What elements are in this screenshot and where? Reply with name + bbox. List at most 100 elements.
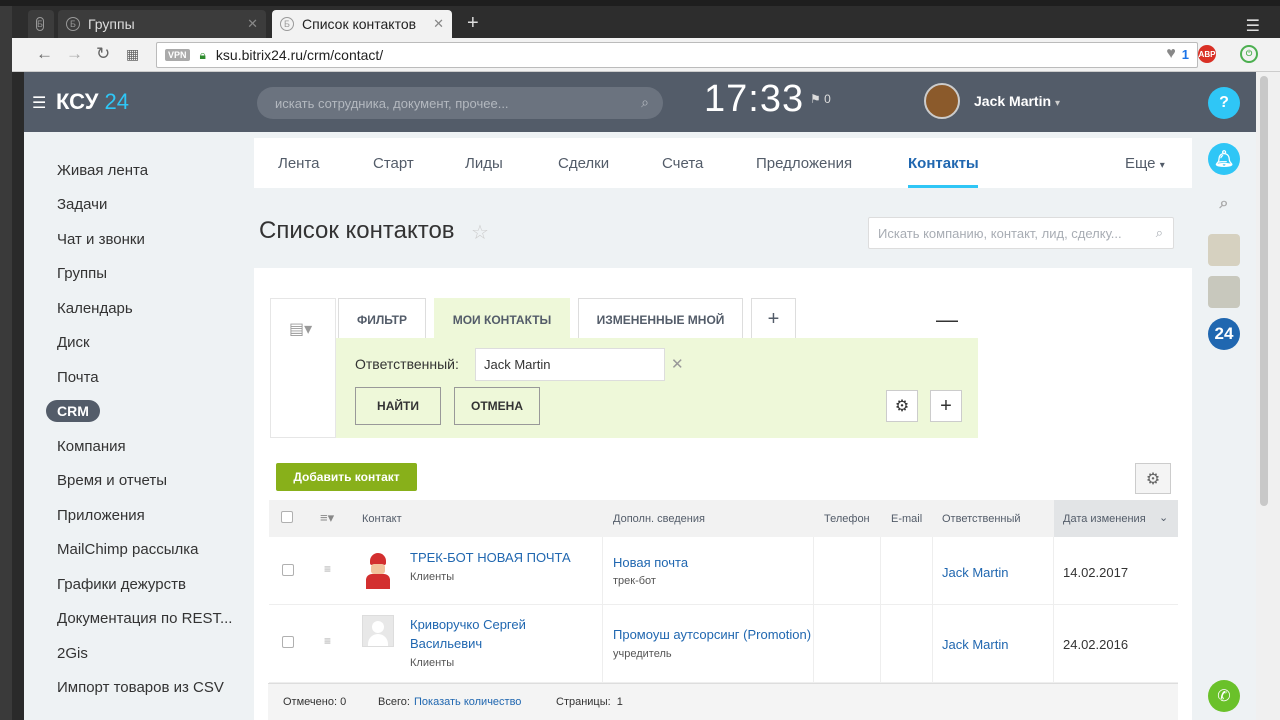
column-contact[interactable]: Контакт bbox=[362, 513, 402, 525]
browser-tab-contacts[interactable]: Б Список контактов ✕ bbox=[272, 10, 452, 38]
contact-name-link[interactable]: ТРЕК-БОТ НОВАЯ ПОЧТА bbox=[410, 550, 571, 565]
menu-item-2gis[interactable]: 2Gis bbox=[57, 645, 88, 662]
sort-chevron-icon[interactable]: ⌄ bbox=[1159, 511, 1168, 524]
column-settings-icon[interactable]: ≡▾ bbox=[320, 510, 334, 526]
responsible-link[interactable]: Jack Martin bbox=[942, 565, 1008, 580]
menu-item-apps[interactable]: Приложения bbox=[57, 507, 145, 524]
company-link[interactable]: Новая почта bbox=[613, 555, 688, 570]
row-menu-icon[interactable]: ≡ bbox=[324, 562, 331, 576]
user-name-menu[interactable]: Jack Martin ▾ bbox=[974, 93, 1060, 109]
add-field-button[interactable]: + bbox=[930, 390, 962, 422]
contact-name-link-line2[interactable]: Васильевич bbox=[410, 636, 482, 651]
menu-item-groups[interactable]: Группы bbox=[57, 265, 107, 282]
filter-tab-my-contacts[interactable]: МОИ КОНТАКТЫ bbox=[434, 298, 570, 340]
bitrix24-button[interactable]: 24 bbox=[1208, 318, 1240, 350]
contact-avatar-2[interactable] bbox=[1208, 276, 1240, 308]
show-count-link[interactable]: Показать количество bbox=[414, 696, 521, 708]
company-link[interactable]: Промоуш аутсорсинг (Promotion) bbox=[613, 627, 811, 642]
row-checkbox[interactable] bbox=[282, 636, 294, 648]
nav-tab-more[interactable]: Еще ▾ bbox=[1125, 155, 1165, 172]
menu-item-duty-schedule[interactable]: Графики дежурств bbox=[57, 576, 186, 593]
column-responsible[interactable]: Ответственный bbox=[942, 513, 1021, 525]
work-day-flag[interactable]: ⚑ 0 bbox=[810, 92, 831, 106]
extension-power-icon[interactable]: ⏻ bbox=[1240, 45, 1258, 63]
user-avatar[interactable] bbox=[924, 83, 960, 119]
table-row[interactable]: ≡ ТРЕК-БОТ НОВАЯ ПОЧТА Клиенты Новая поч… bbox=[269, 537, 1178, 605]
portal-logo[interactable]: КСУ 24 bbox=[56, 89, 129, 115]
column-phone[interactable]: Телефон bbox=[824, 513, 870, 525]
favorite-star-icon[interactable]: ☆ bbox=[471, 220, 489, 245]
list-view-icon[interactable]: ▤▾ bbox=[289, 319, 312, 339]
find-button[interactable]: НАЙТИ bbox=[355, 387, 441, 425]
menu-item-mailchimp[interactable]: MailChimp рассылка bbox=[57, 541, 198, 558]
help-button[interactable]: ? bbox=[1208, 87, 1240, 119]
column-extra-info[interactable]: Дополн. сведения bbox=[613, 513, 705, 525]
contact-name-link[interactable]: Криворучко Сергей bbox=[410, 617, 526, 632]
back-arrow-icon[interactable]: ← bbox=[36, 44, 53, 64]
browser-tab-groups[interactable]: Б Группы ✕ bbox=[58, 10, 266, 38]
menu-item-calendar[interactable]: Календарь bbox=[57, 300, 133, 317]
reload-icon[interactable]: ↻ bbox=[96, 44, 110, 64]
nav-tab-invoices[interactable]: Счета bbox=[662, 155, 703, 172]
filter-settings-gear-icon[interactable]: ⚙ bbox=[886, 390, 918, 422]
column-email[interactable]: E-mail bbox=[891, 513, 922, 525]
menu-item-feed[interactable]: Живая лента bbox=[57, 162, 148, 179]
scrollbar-thumb[interactable] bbox=[1260, 76, 1268, 506]
new-tab-button[interactable]: + bbox=[467, 12, 479, 35]
row-menu-icon[interactable]: ≡ bbox=[324, 634, 331, 648]
filter-tab-modified-by-me[interactable]: ИЗМЕНЕННЫЕ МНОЙ bbox=[578, 298, 743, 340]
nav-tab-quotes[interactable]: Предложения bbox=[756, 155, 852, 172]
header-clock[interactable]: 17:33 bbox=[704, 78, 804, 121]
portal-search-input[interactable]: искать сотрудника, документ, прочее... ⌕ bbox=[257, 87, 663, 119]
nav-tab-feed[interactable]: Лента bbox=[278, 155, 320, 172]
default-user-avatar-icon[interactable] bbox=[362, 615, 394, 647]
lock-icon[interactable]: 🔒︎ bbox=[200, 48, 206, 63]
browser-menu-icon[interactable]: ☰ bbox=[1246, 16, 1260, 36]
contact-avatar-1[interactable] bbox=[1208, 234, 1240, 266]
menu-item-disk[interactable]: Диск bbox=[57, 334, 90, 351]
filter-presets-toggle[interactable]: ▤▾ bbox=[270, 298, 336, 438]
close-tab-icon[interactable]: ✕ bbox=[247, 16, 258, 32]
table-row[interactable]: ≡ Криворучко Сергей Васильевич Клиенты П… bbox=[269, 605, 1178, 683]
nav-tab-leads[interactable]: Лиды bbox=[465, 155, 503, 172]
menu-burger-icon[interactable]: ☰ bbox=[32, 93, 46, 113]
nav-tab-start[interactable]: Старт bbox=[373, 155, 414, 172]
menu-item-company[interactable]: Компания bbox=[57, 438, 126, 455]
search-icon[interactable]: ⌕ bbox=[1156, 225, 1163, 241]
adblock-icon[interactable]: ABP bbox=[1198, 45, 1216, 63]
url-input[interactable]: VPN 🔒︎ ksu.bitrix24.ru/crm/contact/ 1 bbox=[156, 42, 1198, 68]
page-scrollbar[interactable] bbox=[1256, 72, 1280, 720]
extension-count-badge[interactable]: 1 bbox=[1182, 47, 1189, 62]
collapse-filter-icon[interactable]: — bbox=[936, 307, 958, 333]
nav-tab-deals[interactable]: Сделки bbox=[558, 155, 609, 172]
responsible-link[interactable]: Jack Martin bbox=[942, 637, 1008, 652]
cancel-button[interactable]: ОТМЕНА bbox=[454, 387, 540, 425]
vpn-badge[interactable]: VPN bbox=[165, 49, 190, 61]
menu-item-rest-docs[interactable]: Документация по REST... bbox=[57, 610, 232, 627]
menu-item-time-reports[interactable]: Время и отчеты bbox=[57, 472, 167, 489]
add-filter-tab-button[interactable]: + bbox=[751, 298, 796, 340]
select-all-checkbox[interactable] bbox=[281, 511, 293, 523]
pinned-tab-1[interactable]: Б bbox=[28, 10, 54, 38]
responsible-field[interactable]: Jack Martin bbox=[475, 348, 665, 381]
notifications-bell-icon[interactable]: 🔔︎ bbox=[1208, 143, 1240, 175]
clear-field-icon[interactable]: ✕ bbox=[671, 355, 684, 373]
crm-search-input[interactable]: Искать компанию, контакт, лид, сделку...… bbox=[868, 217, 1174, 249]
menu-item-chat[interactable]: Чат и звонки bbox=[57, 231, 145, 248]
search-icon[interactable]: ⌕ bbox=[641, 94, 649, 111]
filter-tab-filter[interactable]: ФИЛЬТР bbox=[338, 298, 426, 340]
search-icon[interactable]: ⌕ bbox=[1208, 188, 1240, 220]
phone-icon[interactable]: ✆ bbox=[1208, 680, 1240, 712]
apps-grid-icon[interactable]: ▦ bbox=[126, 46, 139, 63]
menu-item-csv-import[interactable]: Импорт товаров из CSV bbox=[57, 679, 224, 696]
menu-item-crm[interactable]: CRM bbox=[46, 400, 100, 422]
column-date-modified[interactable]: Дата изменения bbox=[1063, 513, 1146, 525]
nav-tab-contacts[interactable]: Контакты bbox=[908, 155, 979, 172]
forward-arrow-icon[interactable]: → bbox=[66, 44, 83, 64]
close-tab-icon[interactable]: ✕ bbox=[433, 16, 444, 32]
menu-item-tasks[interactable]: Задачи bbox=[57, 196, 107, 213]
heart-icon[interactable]: ♥ bbox=[1162, 45, 1180, 63]
contact-avatar[interactable] bbox=[362, 553, 394, 589]
add-contact-button[interactable]: Добавить контакт bbox=[276, 463, 417, 491]
grid-settings-gear-icon[interactable]: ⚙ bbox=[1135, 463, 1171, 494]
